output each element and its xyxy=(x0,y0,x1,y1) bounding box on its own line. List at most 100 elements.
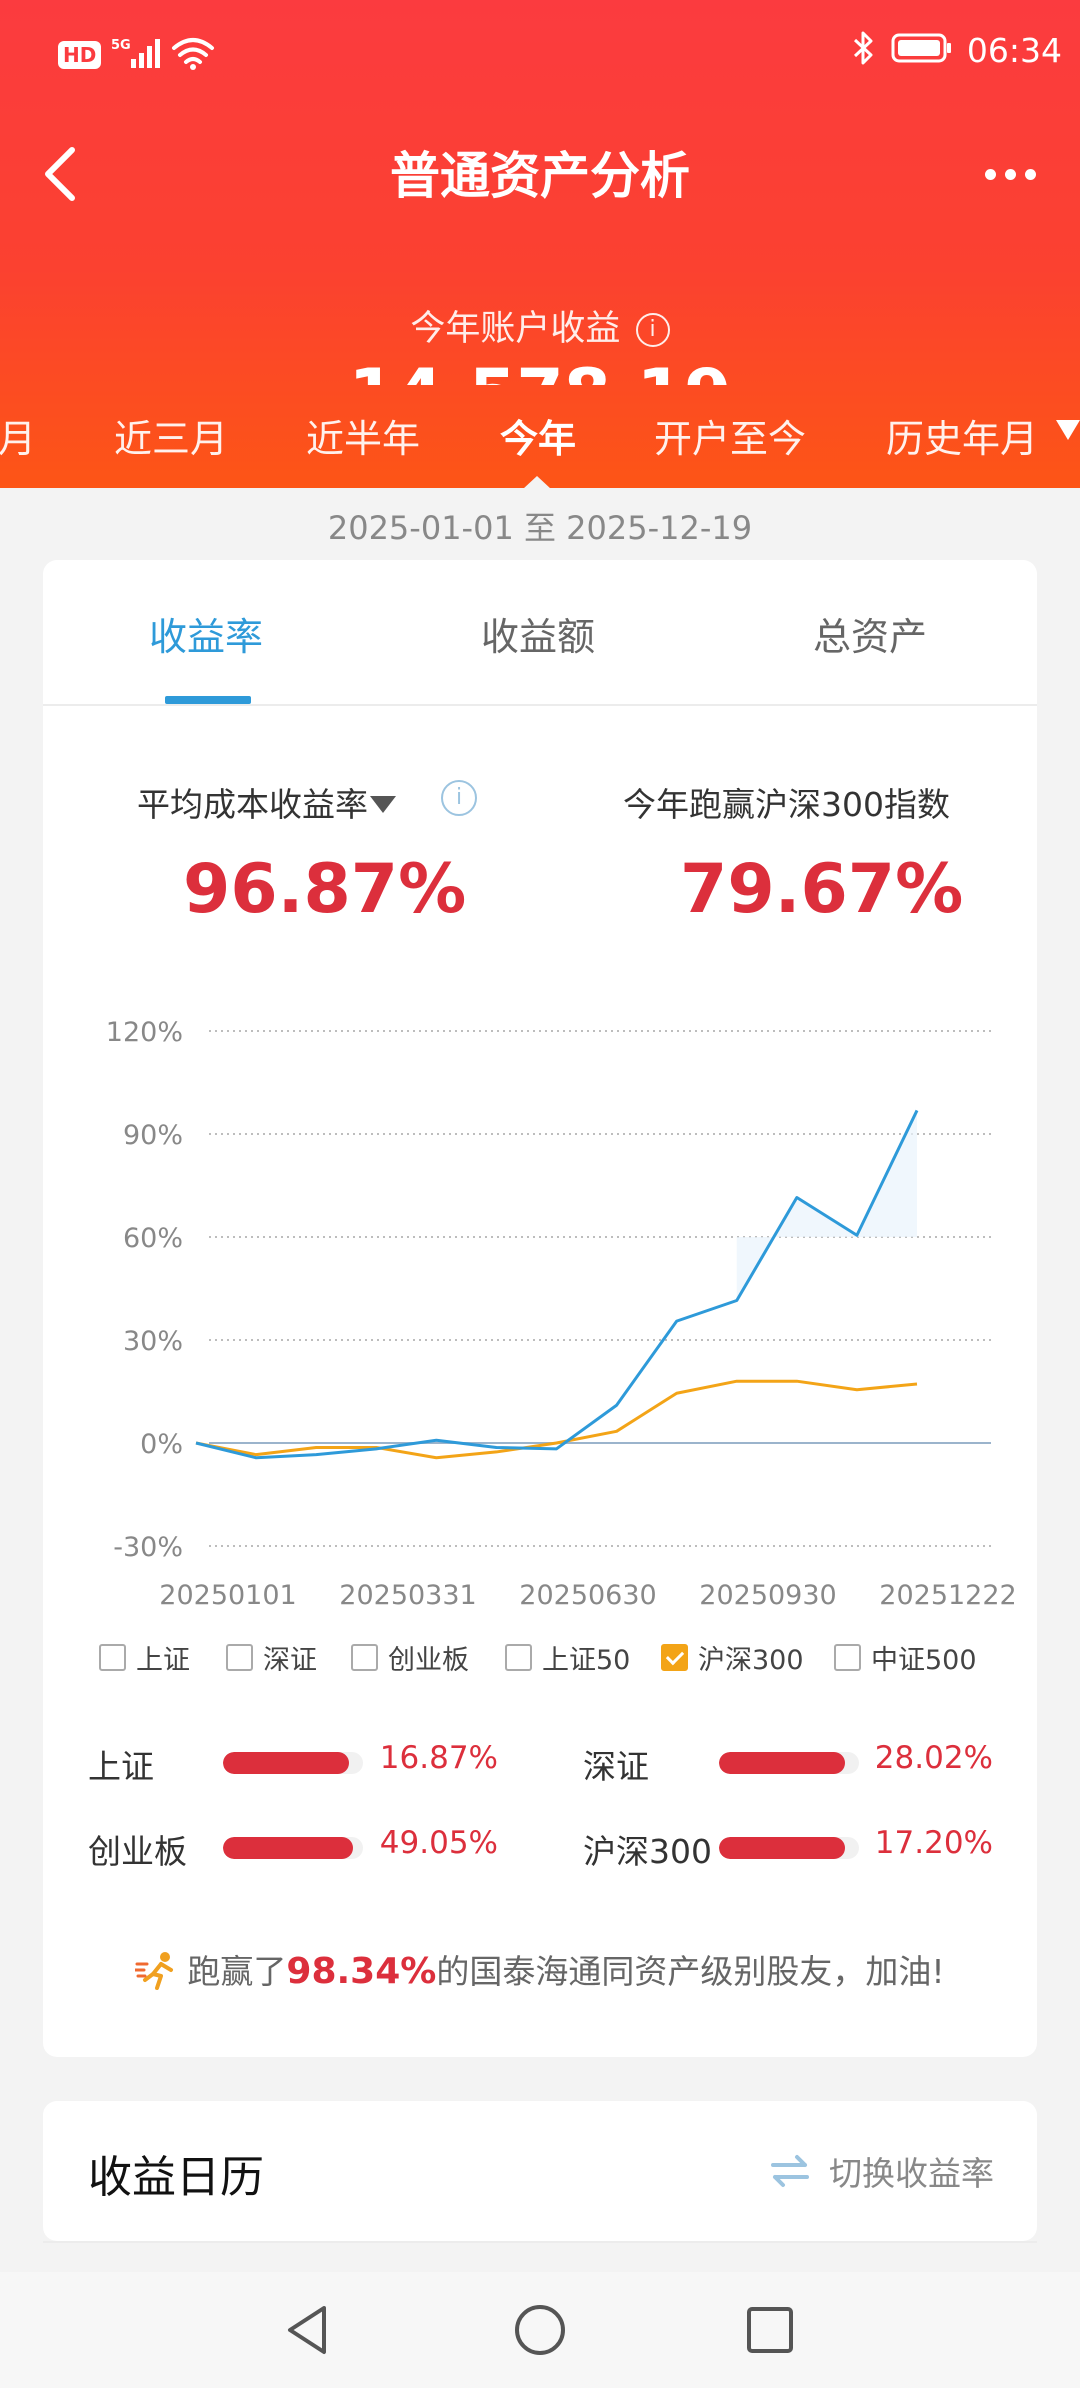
comparison-bar xyxy=(719,1837,859,1859)
hd-badge: HD xyxy=(58,41,102,69)
more-dot-icon xyxy=(984,168,996,180)
bluetooth-icon xyxy=(851,30,877,70)
more-menu-button[interactable] xyxy=(970,144,1050,204)
year-profit-value: 14,578.19 xyxy=(0,355,1080,385)
comparison-value: 17.20% xyxy=(874,1825,993,1861)
switch-label: 切换收益率 xyxy=(829,2154,994,2193)
status-bar: HD 5G 06:34 xyxy=(0,0,1080,110)
checkbox-icon[interactable] xyxy=(351,1644,378,1671)
legend-label: 上证 xyxy=(136,1645,190,1676)
svg-text:5G: 5G xyxy=(111,38,131,53)
title-bar: 普通资产分析 xyxy=(0,120,1080,220)
y-tick-label: 120% xyxy=(106,1017,183,1048)
tab-history[interactable]: 历史年月 xyxy=(886,408,1038,463)
tab-half-year[interactable]: 近半年 xyxy=(306,408,420,463)
comparison-bar xyxy=(719,1752,859,1774)
battery-icon xyxy=(891,32,953,68)
checkbox-icon[interactable] xyxy=(99,1644,126,1671)
tab-total-assets[interactable]: 总资产 xyxy=(813,606,927,661)
clock: 06:34 xyxy=(966,30,1062,70)
caret-down-icon xyxy=(370,796,396,813)
avg-cost-return-value: 96.87% xyxy=(183,850,467,929)
tab-return-amount[interactable]: 收益额 xyxy=(481,606,595,661)
header: HD 5G 06:34 普通资产分析 今年账户收益 i 月 近三月 近半年 今年… xyxy=(0,0,1080,488)
y-tick-label: 30% xyxy=(123,1326,183,1357)
tab-this-year[interactable]: 今年 xyxy=(500,408,576,463)
y-tick-label: 60% xyxy=(123,1223,183,1254)
switch-return-rate-button[interactable]: 切换收益率 xyxy=(769,2147,994,2195)
x-tick-label: 20250930 xyxy=(699,1580,836,1611)
divider xyxy=(43,2241,1037,2243)
return-line xyxy=(195,1109,919,1460)
avg-cost-return-label: 平均成本收益率 xyxy=(137,785,368,824)
legend-label: 上证50 xyxy=(542,1645,631,1676)
avg-cost-return-selector[interactable]: 平均成本收益率 xyxy=(137,778,396,826)
triangle-back-icon xyxy=(288,2306,326,2354)
checkbox-icon[interactable] xyxy=(226,1644,253,1671)
comparison-bar-fill xyxy=(719,1752,845,1774)
comparison-row: 深证 28.02% xyxy=(43,1740,1037,1790)
checkbox-checked-icon[interactable] xyxy=(661,1644,688,1671)
beat-prefix: 跑赢了 xyxy=(187,1952,287,1991)
return-area xyxy=(736,1110,917,1301)
beat-suffix: 的国泰海通同资产级别股友，加油! xyxy=(436,1952,945,1991)
date-range: 2025-01-01 至 2025-12-19 xyxy=(327,509,753,547)
active-tab-indicator xyxy=(165,696,251,704)
nav-home-button[interactable] xyxy=(510,2300,570,2360)
legend-item[interactable]: 上证50 xyxy=(505,1638,630,1677)
legend-item[interactable]: 创业板 xyxy=(351,1638,469,1677)
comparison-value: 28.02% xyxy=(874,1740,993,1776)
info-icon[interactable]: i xyxy=(635,313,670,347)
checkbox-icon[interactable] xyxy=(505,1644,532,1671)
signal-icon: 5G xyxy=(111,37,161,73)
legend-item[interactable]: 上证 xyxy=(99,1638,190,1677)
checkbox-icon[interactable] xyxy=(834,1644,861,1671)
metric-tabs: 收益率 收益额 总资产 xyxy=(43,560,1037,706)
page-title: 普通资产分析 xyxy=(390,147,690,205)
year-profit-label-text: 今年账户收益 xyxy=(410,309,621,349)
legend-label: 中证500 xyxy=(871,1645,977,1676)
swap-icon xyxy=(771,2155,809,2187)
status-left: HD 5G xyxy=(58,36,215,74)
tab-since-open[interactable]: 开户至今 xyxy=(654,408,806,463)
comparison-row: 沪深300 17.20% xyxy=(43,1825,1037,1875)
info-icon[interactable]: i xyxy=(441,780,477,816)
beat-message: 跑赢了98.34%的国泰海通同资产级别股友，加油! xyxy=(43,1945,1037,1998)
tab-three-months[interactable]: 近三月 xyxy=(114,408,228,463)
profit-calendar-card: 收益日历 切换收益率 xyxy=(43,2101,1037,2243)
legend-item[interactable]: 中证500 xyxy=(834,1638,977,1677)
x-tick-label: 20250331 xyxy=(339,1580,476,1611)
analysis-card: 收益率 收益额 总资产 平均成本收益率 i 今年跑赢沪深300指数 96.87%… xyxy=(43,560,1037,2057)
period-tabs: 月 近三月 近半年 今年 开户至今 历史年月 xyxy=(0,398,1080,488)
legend-label: 深证 xyxy=(263,1645,317,1676)
nav-back-button[interactable] xyxy=(278,2300,338,2360)
nav-recents-button[interactable] xyxy=(740,2300,800,2360)
wifi-icon xyxy=(171,36,215,74)
running-man-icon xyxy=(133,1950,181,1998)
year-profit-value-text: 14,578.19 xyxy=(0,355,1080,385)
square-recents-icon xyxy=(747,2307,793,2353)
comparison-name: 深证 xyxy=(583,1747,649,1786)
year-profit-label: 今年账户收益 i xyxy=(0,300,1080,351)
history-dropdown-icon[interactable] xyxy=(1056,420,1080,440)
legend-item[interactable]: 沪深300 xyxy=(661,1638,804,1677)
legend-label: 创业板 xyxy=(388,1645,469,1676)
circle-home-icon xyxy=(515,2305,565,2355)
more-dot-icon xyxy=(1004,168,1016,180)
x-tick-label: 20250101 xyxy=(159,1580,296,1611)
return-chart: 120% 90% 60% 30% 0% -30% 20250101 20250331 20250… xyxy=(106,1017,1017,1611)
legend-item[interactable]: 深证 xyxy=(226,1638,317,1677)
more-dot-icon xyxy=(1024,168,1036,180)
tab-return-rate[interactable]: 收益率 xyxy=(149,606,263,661)
y-tick-label: 90% xyxy=(123,1120,183,1151)
system-nav-bar xyxy=(0,2272,1080,2388)
comparison-name: 沪深300 xyxy=(583,1832,712,1871)
status-right: 06:34 xyxy=(851,30,1062,70)
tab-month[interactable]: 月 xyxy=(0,408,36,463)
x-tick-label: 20250630 xyxy=(519,1580,656,1611)
y-tick-label: 0% xyxy=(140,1429,183,1460)
legend-label: 沪深300 xyxy=(698,1645,804,1676)
beat-index-value: 79.67% xyxy=(680,850,964,929)
x-tick-label: 20251222 xyxy=(879,1580,1016,1611)
calendar-title: 收益日历 xyxy=(88,2152,264,2203)
